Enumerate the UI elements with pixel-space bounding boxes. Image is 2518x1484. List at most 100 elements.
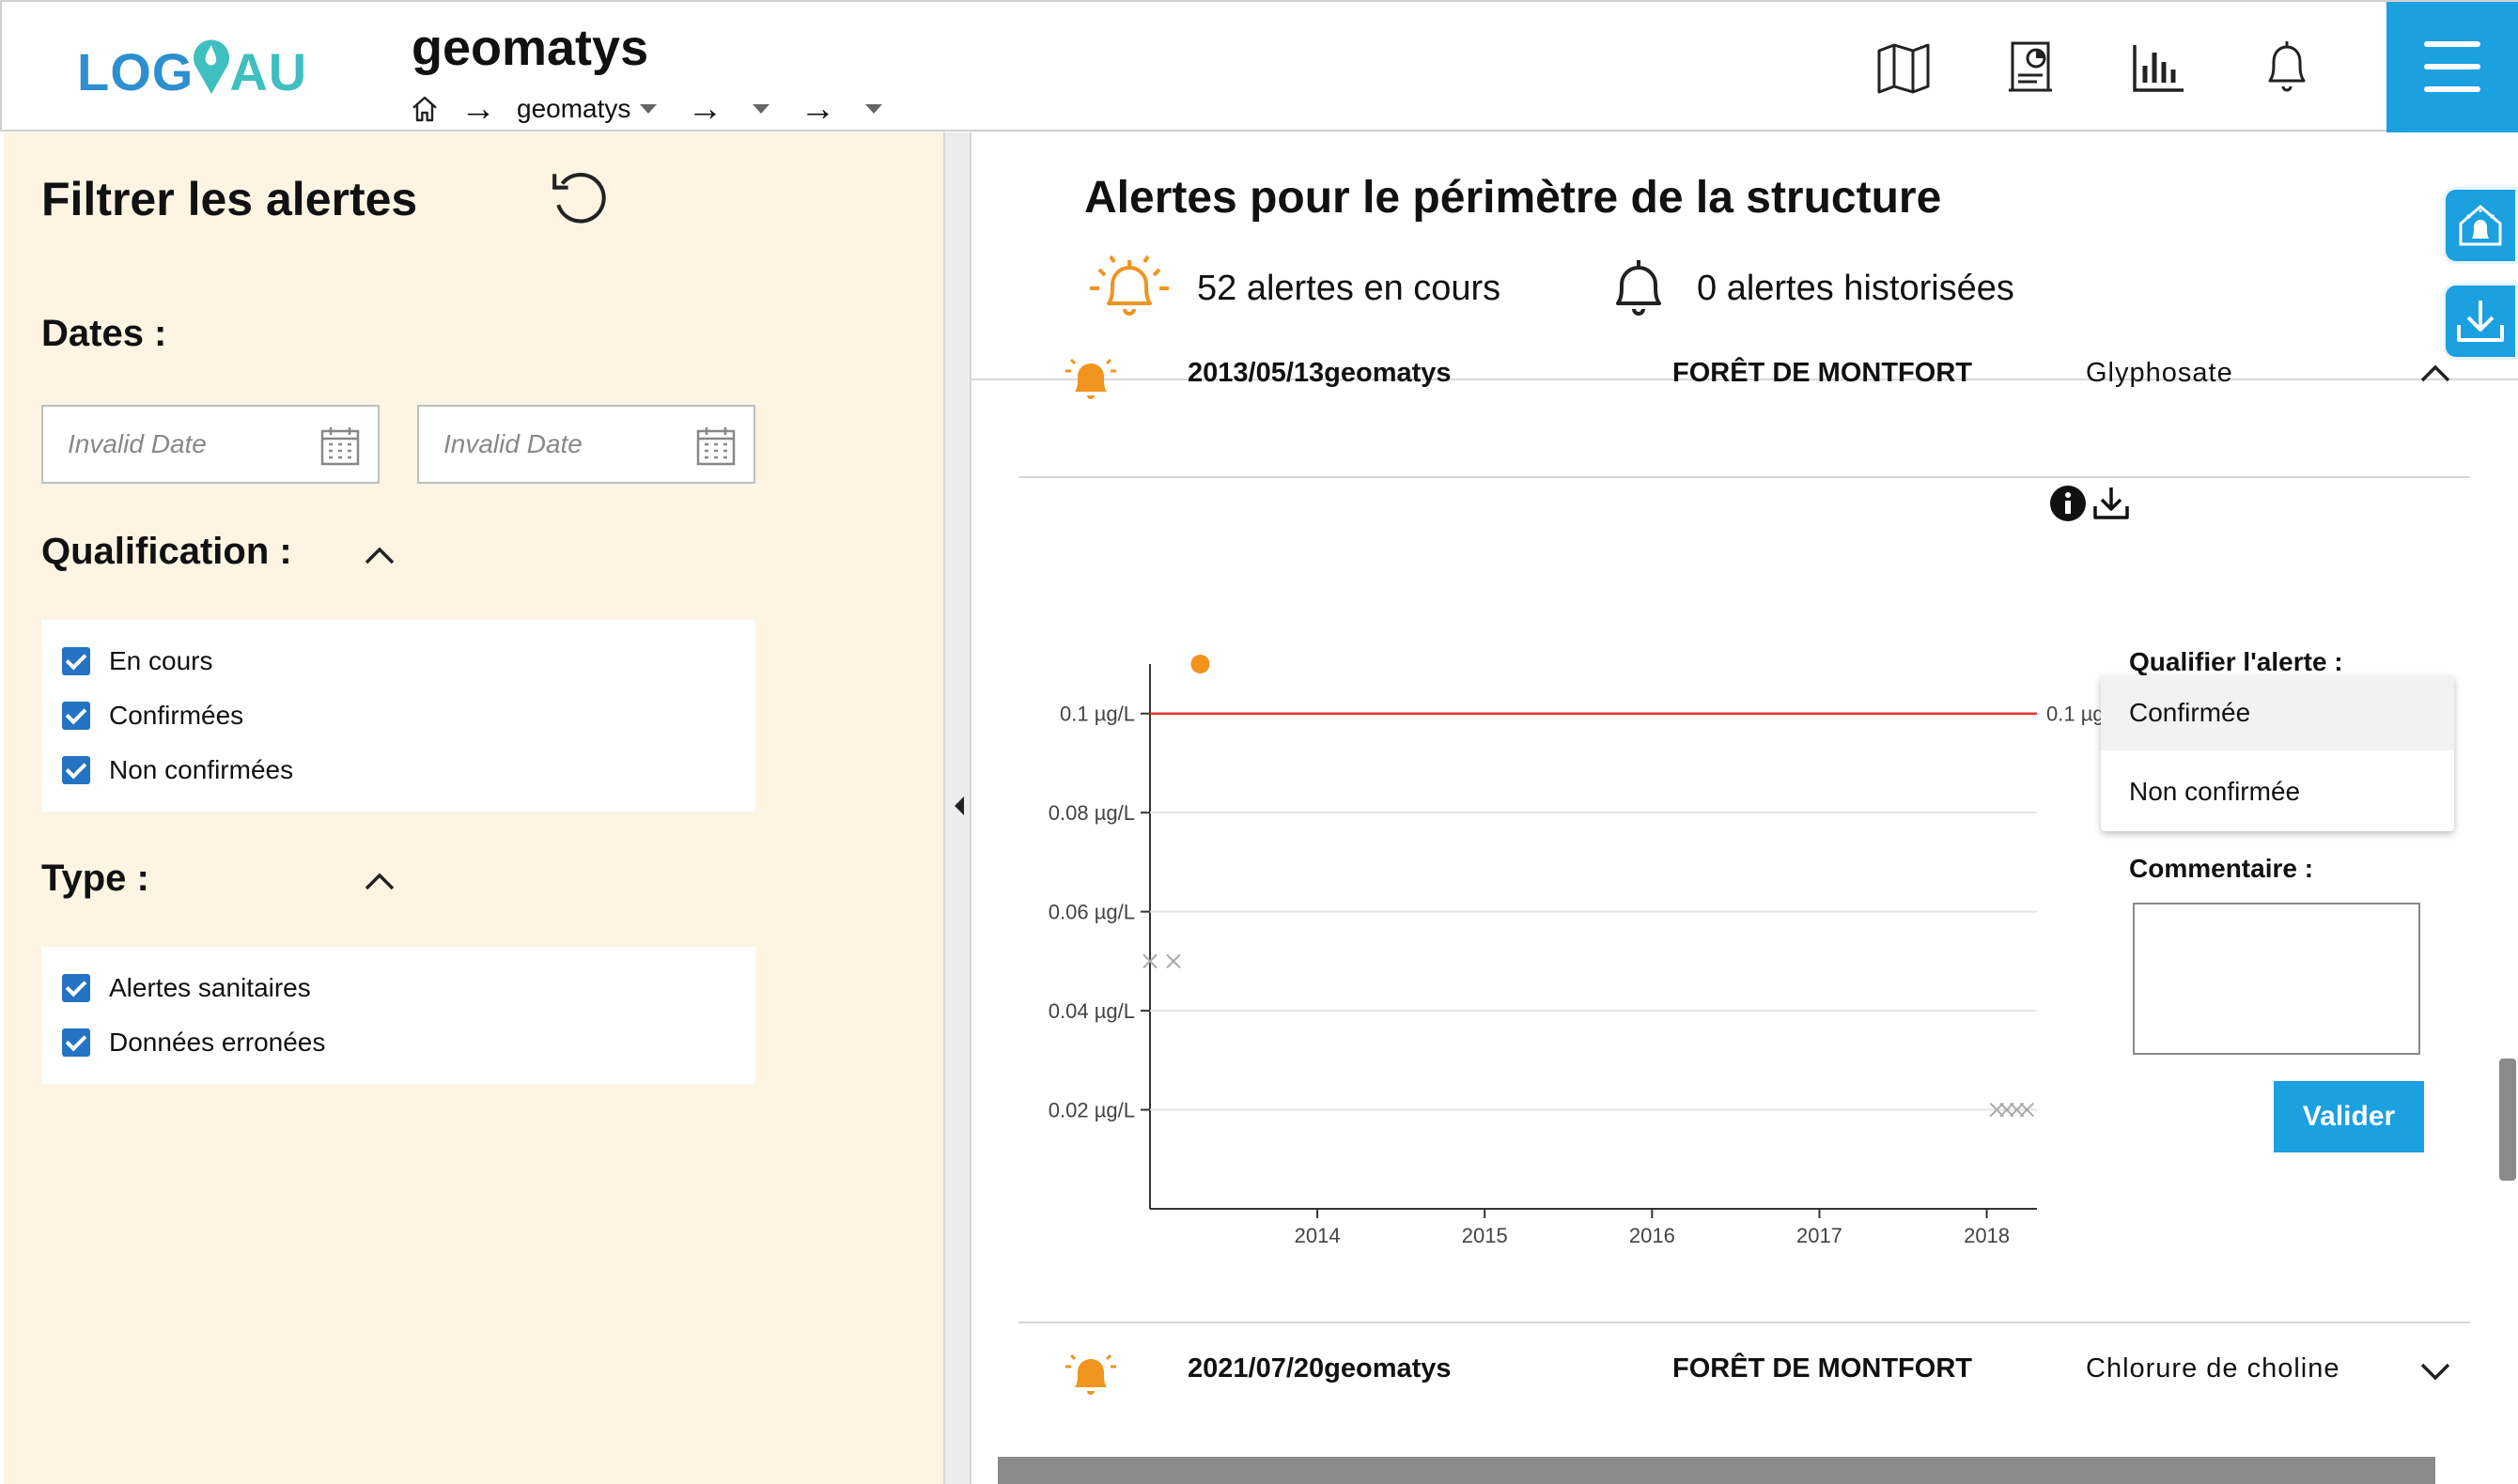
alerts-panel: Alertes pour le périmètre de la structur… [971,132,2518,1484]
validate-button[interactable]: Valider [2274,1081,2424,1152]
checkbox-checked[interactable] [62,974,90,1002]
x-tick-label: 2018 [1964,1224,2010,1247]
y-tick-label: 0.06 µg/L [1049,901,1135,924]
filter-title: Filtrer les alertes [41,173,418,225]
qualification-heading: Qualification : [41,531,292,572]
breadcrumb: → geomatys → → [410,88,892,130]
chart-icon[interactable] [2129,38,2189,98]
checkbox-en-cours[interactable]: En cours [62,642,213,680]
download-alerts-button[interactable] [2443,283,2518,360]
alert-row[interactable]: 2013/05/13geomatys FORÊT DE MONTFORT Gly… [1018,358,2470,452]
logo[interactable]: LOG AU [77,28,340,113]
qualification-options: En cours Confirmées Non confirmées [41,620,755,812]
alert-date: 2013/05/13geomatys [1188,358,1452,388]
breadcrumb-level1[interactable]: geomatys [517,94,630,124]
comment-textarea[interactable] [2133,903,2420,1055]
y-tick-label: 0.1 µg/L [1060,703,1135,726]
alert-zone-button[interactable] [2443,187,2518,264]
data-point [1190,655,1210,673]
checkbox-alertes-sanitaires[interactable]: Alertes sanitaires [62,969,311,1007]
data-point-cross [1999,1102,2014,1118]
house-alert-icon [2459,205,2502,246]
reset-filters-icon[interactable] [549,168,611,230]
chevron-up-icon[interactable] [2418,362,2452,384]
alert-bell-icon [1065,1353,1116,1395]
archived-alert-bell-icon [1616,260,1661,316]
checkbox-checked[interactable] [62,1028,90,1057]
x-tick-label: 2014 [1295,1224,1341,1247]
app-header: LOG AU geomatys → geomatys → → [0,0,2518,133]
map-icon[interactable] [1873,38,1934,98]
alert-date: 2021/07/20geomatys [1188,1353,1452,1384]
alerts-title: Alertes pour le périmètre de la structur… [1084,173,1942,223]
y-tick-label: 0.04 µg/L [1049,999,1135,1023]
alert-site: FORÊT DE MONTFORT [1672,358,1972,388]
arrow-right-icon: → [800,89,836,129]
water-drop-icon [194,39,230,94]
arrow-right-icon: → [687,89,723,129]
archived-alerts-count: 0 alertes historisées [1697,268,2014,308]
start-date-input[interactable] [45,409,308,480]
x-tick-label: 2016 [1629,1224,1675,1247]
archived-alerts-stat: 0 alertes historisées [1601,251,2014,326]
option-confirmee[interactable]: Confirmée [2101,675,2454,750]
option-non-confirmee[interactable]: Non confirmée [2101,754,2454,829]
data-point-cross [1166,953,1181,969]
menu-icon [2424,41,2480,47]
info-icon[interactable] [2048,484,2088,523]
data-point-cross [1989,1102,2004,1118]
x-tick-label: 2015 [1462,1224,1508,1247]
comment-label: Commentaire : [2129,854,2314,883]
chevron-up-icon[interactable] [361,542,398,570]
organization-name: geomatys [412,20,649,76]
chart-toolbar [2048,482,2133,525]
data-point-cross [1142,953,1158,969]
checkbox-checked[interactable] [62,647,90,675]
qualify-title: Qualifier l'alerte : [2129,647,2343,676]
chevron-down-icon[interactable] [2418,1361,2452,1384]
notification-bell-icon[interactable] [2257,38,2317,98]
alert-row[interactable]: 2021/07/20geomatys FORÊT DE MONTFORT Chl… [1018,1353,2470,1447]
filter-sidebar: Filtrer les alertes Dates : Qualificatio… [4,132,943,1484]
y-tick-label: 0.08 µg/L [1049,801,1135,825]
dates-heading: Dates : [41,313,167,354]
horizontal-scrollbar[interactable] [998,1457,2435,1484]
checkbox-confirmees[interactable]: Confirmées [62,697,243,734]
chevron-up-icon[interactable] [361,868,398,896]
download-icon [2457,301,2504,342]
qualify-dropdown: Confirmée Non confirmée [2101,675,2454,831]
download-icon[interactable] [2090,482,2133,525]
caret-down-icon[interactable] [753,104,770,114]
end-date-field[interactable] [417,405,755,484]
alert-bell-icon [1065,358,1116,399]
menu-button[interactable] [2386,2,2518,133]
divider [1018,476,2470,478]
end-date-input[interactable] [421,409,684,480]
caret-down-icon[interactable] [865,104,883,114]
divider [1018,1322,2470,1323]
current-alerts-count: 52 alertes en cours [1197,268,1501,308]
home-icon[interactable] [410,94,440,124]
x-tick-label: 2017 [1796,1224,1842,1247]
data-point-cross [2019,1102,2035,1118]
alert-substance: Glyphosate [2086,358,2233,388]
y-tick-label: 0.02 µg/L [1049,1099,1135,1122]
collapse-left-icon[interactable] [955,796,964,815]
calendar-icon[interactable] [695,425,737,467]
calendar-icon[interactable] [319,425,361,467]
type-heading: Type : [41,858,149,899]
checkbox-checked[interactable] [62,702,90,730]
checkbox-donnees-erronees[interactable]: Données erronées [62,1024,325,1061]
data-point-cross [2009,1102,2025,1118]
checkbox-non-confirmees[interactable]: Non confirmées [62,751,293,789]
current-alerts-stat: 52 alertes en cours [1082,251,1500,326]
vertical-scrollbar[interactable] [2499,1059,2516,1181]
report-icon[interactable] [2001,38,2061,98]
checkbox-checked[interactable] [62,756,90,784]
alert-substance: Chlorure de choline [2086,1353,2340,1384]
alert-site: FORÊT DE MONTFORT [1672,1353,1972,1384]
panel-splitter[interactable] [943,132,971,1484]
type-options: Alertes sanitaires Données erronées [41,947,755,1084]
start-date-field[interactable] [41,405,380,484]
caret-down-icon[interactable] [640,104,658,114]
